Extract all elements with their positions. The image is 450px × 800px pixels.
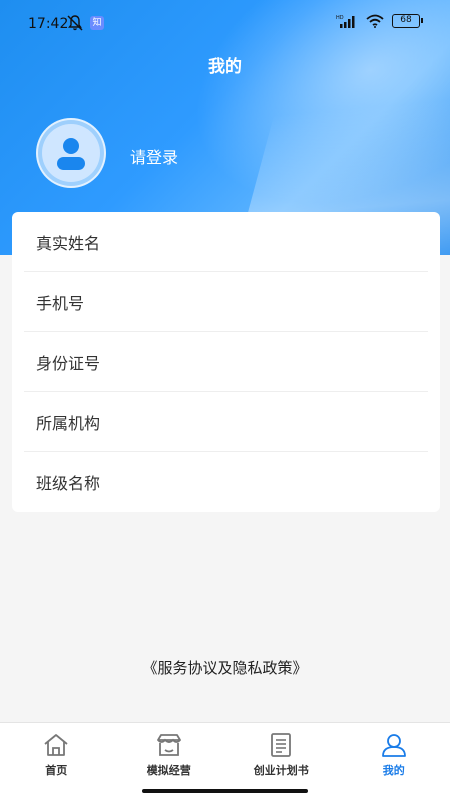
app-badge: 知	[90, 16, 104, 30]
tab-label: 我的	[382, 764, 405, 777]
store-icon	[156, 734, 181, 756]
info-row-label: 身份证号	[36, 353, 101, 373]
info-row-organization[interactable]: 所属机构	[24, 392, 428, 452]
home-icon	[44, 734, 68, 756]
tab-label: 模拟经营	[146, 764, 191, 777]
info-row-phone[interactable]: 手机号	[24, 272, 428, 332]
tab-label: 创业计划书	[253, 764, 309, 777]
user-icon	[381, 734, 406, 757]
info-row-class-name[interactable]: 班级名称	[24, 452, 428, 512]
tab-home[interactable]: 首页	[0, 723, 113, 800]
info-card: 真实姓名 手机号 身份证号 所属机构 班级名称	[12, 212, 440, 512]
svg-text:HD: HD	[336, 15, 344, 21]
mute-bell-icon	[67, 15, 83, 31]
agreement-link[interactable]: 《服务协议及隐私政策》	[0, 657, 450, 678]
info-row-label: 手机号	[36, 293, 85, 313]
avatar[interactable]	[36, 118, 106, 188]
login-link[interactable]: 请登录	[130, 144, 178, 168]
battery-icon: 68	[392, 14, 423, 28]
signal-icon: HD	[336, 15, 355, 28]
info-row-label: 所属机构	[36, 413, 101, 433]
avatar-user-icon	[57, 138, 85, 170]
home-indicator[interactable]	[142, 789, 308, 793]
info-row-real-name[interactable]: 真实姓名	[24, 212, 428, 272]
wifi-icon	[366, 14, 384, 28]
info-row-label: 班级名称	[36, 474, 101, 493]
document-icon	[271, 733, 292, 757]
page-title: 我的	[208, 57, 242, 77]
status-time: 17:42	[28, 16, 69, 32]
tab-label: 首页	[45, 764, 68, 777]
status-bar: 17:42 知 HD 68	[0, 0, 450, 48]
tab-mine[interactable]: 我的	[338, 723, 450, 800]
info-row-label: 真实姓名	[36, 233, 101, 253]
info-row-id-number[interactable]: 身份证号	[24, 332, 428, 392]
